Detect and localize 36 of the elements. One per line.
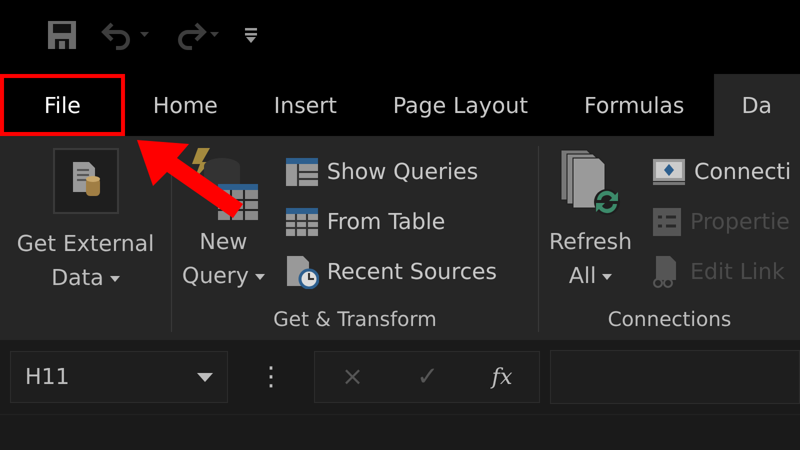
group-label: Connections — [606, 306, 732, 332]
ribbon-tab[interactable]: Insert — [246, 74, 365, 136]
customize-icon[interactable] — [244, 26, 258, 44]
more-button[interactable]: ⋮ — [238, 362, 304, 392]
dropdown-caret-icon — [254, 274, 265, 280]
ribbon-tab[interactable]: Da — [714, 74, 800, 136]
insert-function-button[interactable]: fx — [492, 364, 512, 390]
ribbon-button[interactable]: Get External Data — [0, 146, 171, 332]
document-clock-icon — [284, 255, 319, 289]
ribbon-button[interactable]: Recent Sources — [284, 254, 497, 290]
undo-icon[interactable] — [100, 20, 150, 50]
button-label: Refresh — [549, 229, 632, 257]
button-label: Query — [182, 263, 249, 291]
name-box[interactable]: H11 — [10, 351, 228, 403]
table-icon — [284, 207, 319, 237]
table-icon — [284, 157, 319, 187]
monitor-icon — [652, 158, 686, 186]
group-label: Get & Transform — [272, 306, 438, 332]
button-label: Get External — [16, 231, 154, 259]
button-label: Data — [51, 265, 104, 293]
ribbon-tab[interactable]: Formulas — [556, 74, 712, 136]
button-label: All — [568, 263, 596, 291]
ribbon-tab[interactable]: Page Layout — [364, 74, 556, 136]
list-icon — [652, 207, 682, 237]
dropdown-caret-icon — [197, 372, 213, 382]
dropdown-caret-icon — [110, 276, 120, 282]
dropdown-caret-icon — [602, 274, 612, 280]
ribbon-tab[interactable]: File — [0, 74, 125, 136]
ribbon-tab[interactable]: Home — [124, 74, 246, 136]
ribbon-button[interactable]: From Table — [284, 204, 497, 240]
ribbon-button[interactable]: Connecti — [652, 154, 792, 190]
ribbon-button[interactable]: Show Queries — [284, 154, 497, 190]
ribbon-button[interactable]: Refresh All — [539, 146, 642, 306]
save-icon[interactable] — [46, 19, 78, 51]
database-document-icon — [52, 148, 118, 214]
button-label: New — [199, 229, 248, 257]
